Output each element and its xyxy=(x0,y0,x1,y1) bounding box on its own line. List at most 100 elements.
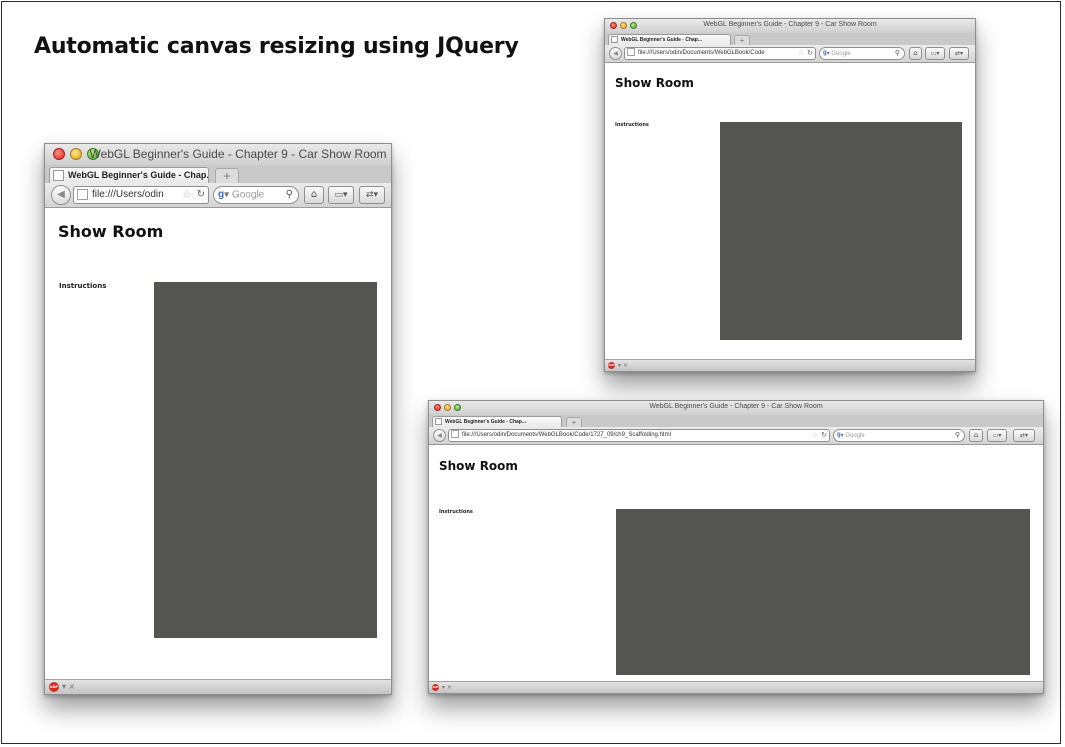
webgl-canvas[interactable] xyxy=(720,122,962,340)
page-heading: Show Room xyxy=(58,222,164,241)
search-placeholder: Google xyxy=(845,433,865,440)
webgl-canvas[interactable] xyxy=(616,509,1030,675)
reload-icon[interactable]: ↻ xyxy=(807,48,813,59)
webgl-canvas[interactable] xyxy=(154,282,377,638)
instructions-label: Instructions xyxy=(615,122,649,128)
page-favicon-icon xyxy=(627,48,635,57)
tab-strip: WebGL Beginner's Guide - Chap... + xyxy=(45,165,391,183)
reload-icon[interactable]: ↻ xyxy=(821,430,827,441)
tab-strip: WebGL Beginner's Guide - Chap... + xyxy=(605,33,975,45)
status-glyphs: ▾ × xyxy=(62,682,76,691)
magnifier-icon[interactable]: ⚲ xyxy=(955,430,960,441)
page-favicon-icon xyxy=(77,188,88,200)
back-button[interactable]: ◀ xyxy=(51,185,71,205)
tab-label: WebGL Beginner's Guide - Chap... xyxy=(621,37,703,43)
search-dropdown-icon: ▾ xyxy=(826,51,830,58)
pin-icon: ⇄▾ xyxy=(954,50,964,57)
search-field[interactable]: g▾ Google ⚲ xyxy=(819,47,905,60)
reload-icon[interactable]: ↻ xyxy=(197,187,205,203)
navigation-toolbar: ◀ file:///Users/odin ☆ ↻ g▾ Google ⚲ ⌂ ▭… xyxy=(45,183,391,208)
url-text: file:///Users/odin/Documents/WebGLBook/C… xyxy=(638,50,765,56)
pin-icon: ⇄▾ xyxy=(365,190,379,200)
slide-title: Automatic canvas resizing using JQuery xyxy=(34,34,519,59)
tab-label: WebGL Beginner's Guide - Chap... xyxy=(68,170,209,180)
bookmarks-menu-icon: ▭▾ xyxy=(334,190,348,200)
navigation-toolbar: ◀ file:///Users/odin/Documents/WebGLBook… xyxy=(429,427,1043,445)
tab-active[interactable]: WebGL Beginner's Guide - Chap... xyxy=(608,34,731,45)
adblock-plus-icon[interactable]: ABP xyxy=(49,682,59,692)
adblock-plus-icon[interactable]: ABP xyxy=(608,362,615,369)
home-button[interactable]: ⌂ xyxy=(909,47,922,60)
tab-active[interactable]: WebGL Beginner's Guide - Chap... xyxy=(49,167,209,183)
status-bar: ABP ▾ × xyxy=(429,681,1043,693)
page-content: Show Room Instructions xyxy=(45,208,391,680)
instructions-label: Instructions xyxy=(439,509,473,515)
page-content: Show Room Instructions xyxy=(429,445,1043,682)
search-dropdown-icon: ▾ xyxy=(224,189,230,201)
star-icon[interactable]: ☆ xyxy=(182,187,192,203)
bookmarks-menu-icon: ▭▾ xyxy=(992,432,1002,439)
url-field[interactable]: file:///Users/odin/Documents/WebGLBook/C… xyxy=(624,47,816,60)
adblock-plus-icon[interactable]: ABP xyxy=(432,684,439,691)
back-arrow-icon: ◀ xyxy=(57,189,65,200)
pinned-button[interactable]: ⇄▾ xyxy=(949,47,969,60)
bookmarks-menu-icon: ▭▾ xyxy=(930,50,940,57)
page-favicon-icon xyxy=(435,418,442,426)
back-arrow-icon: ◀ xyxy=(437,432,442,439)
url-text: file:///Users/odin xyxy=(92,189,164,200)
back-button[interactable]: ◀ xyxy=(609,47,622,60)
browser-window-narrow: WebGL Beginner's Guide - Chapter 9 - Car… xyxy=(44,143,392,695)
home-icon: ⌂ xyxy=(310,189,318,200)
magnifier-icon[interactable]: ⚲ xyxy=(286,187,293,203)
home-icon: ⌂ xyxy=(973,431,979,439)
browser-window-wide: WebGL Beginner's Guide - Chapter 9 - Car… xyxy=(428,400,1044,694)
title-bar: WebGL Beginner's Guide - Chapter 9 - Car… xyxy=(605,19,975,33)
tab-label: WebGL Beginner's Guide - Chap... xyxy=(445,419,527,425)
page-content: Show Room Instructions xyxy=(605,63,975,360)
back-arrow-icon: ◀ xyxy=(613,50,618,57)
page-heading: Show Room xyxy=(439,459,518,473)
new-tab-button[interactable]: + xyxy=(734,35,750,45)
pinned-button[interactable]: ⇄▾ xyxy=(1013,429,1035,442)
navigation-toolbar: ◀ file:///Users/odin/Documents/WebGLBook… xyxy=(605,45,975,63)
search-field[interactable]: g▾ Google ⚲ xyxy=(833,429,965,442)
home-button[interactable]: ⌂ xyxy=(969,429,983,442)
tab-active[interactable]: WebGL Beginner's Guide - Chap... xyxy=(432,416,562,427)
star-icon[interactable]: ☆ xyxy=(812,430,818,441)
back-button[interactable]: ◀ xyxy=(433,429,446,442)
window-title: WebGL Beginner's Guide - Chapter 9 - Car… xyxy=(89,147,387,161)
search-dropdown-icon: ▾ xyxy=(840,433,844,440)
status-bar: ABP ▾ × xyxy=(605,359,975,371)
instructions-label: Instructions xyxy=(59,282,107,290)
url-field[interactable]: file:///Users/odin ☆ ↻ xyxy=(73,186,209,204)
bookmarks-menu-button[interactable]: ▭▾ xyxy=(987,429,1007,442)
url-text: file:///Users/odin/Documents/WebGLBook/C… xyxy=(462,432,671,438)
page-favicon-icon xyxy=(53,170,64,182)
window-title: WebGL Beginner's Guide - Chapter 9 - Car… xyxy=(703,21,877,28)
magnifier-icon[interactable]: ⚲ xyxy=(895,48,900,59)
title-bar: WebGL Beginner's Guide - Chapter 9 - Car… xyxy=(45,144,391,165)
search-field[interactable]: g▾ Google ⚲ xyxy=(213,186,299,204)
page-heading: Show Room xyxy=(615,76,694,90)
window-title: WebGL Beginner's Guide - Chapter 9 - Car… xyxy=(649,403,823,410)
pin-icon: ⇄▾ xyxy=(1019,432,1029,439)
home-button[interactable]: ⌂ xyxy=(304,186,324,204)
search-placeholder: Google xyxy=(231,189,265,201)
title-bar: WebGL Beginner's Guide - Chapter 9 - Car… xyxy=(429,401,1043,415)
tab-strip: WebGL Beginner's Guide - Chap... + xyxy=(429,415,1043,427)
status-glyphs: ▾ × xyxy=(618,362,628,369)
page-favicon-icon xyxy=(451,430,459,439)
bookmarks-menu-button[interactable]: ▭▾ xyxy=(328,186,354,204)
star-icon[interactable]: ☆ xyxy=(798,48,804,59)
bookmarks-menu-button[interactable]: ▭▾ xyxy=(925,47,945,60)
url-field[interactable]: file:///Users/odin/Documents/WebGLBook/C… xyxy=(448,429,830,442)
search-placeholder: Google xyxy=(831,51,851,58)
home-icon: ⌂ xyxy=(913,49,918,57)
pinned-button[interactable]: ⇄▾ xyxy=(359,186,385,204)
status-bar: ABP ▾ × xyxy=(45,679,391,694)
new-tab-button[interactable]: + xyxy=(566,417,582,427)
page-favicon-icon xyxy=(611,36,618,44)
new-tab-button[interactable]: + xyxy=(215,168,239,183)
browser-window-medium: WebGL Beginner's Guide - Chapter 9 - Car… xyxy=(604,18,976,372)
status-glyphs: ▾ × xyxy=(442,684,452,691)
